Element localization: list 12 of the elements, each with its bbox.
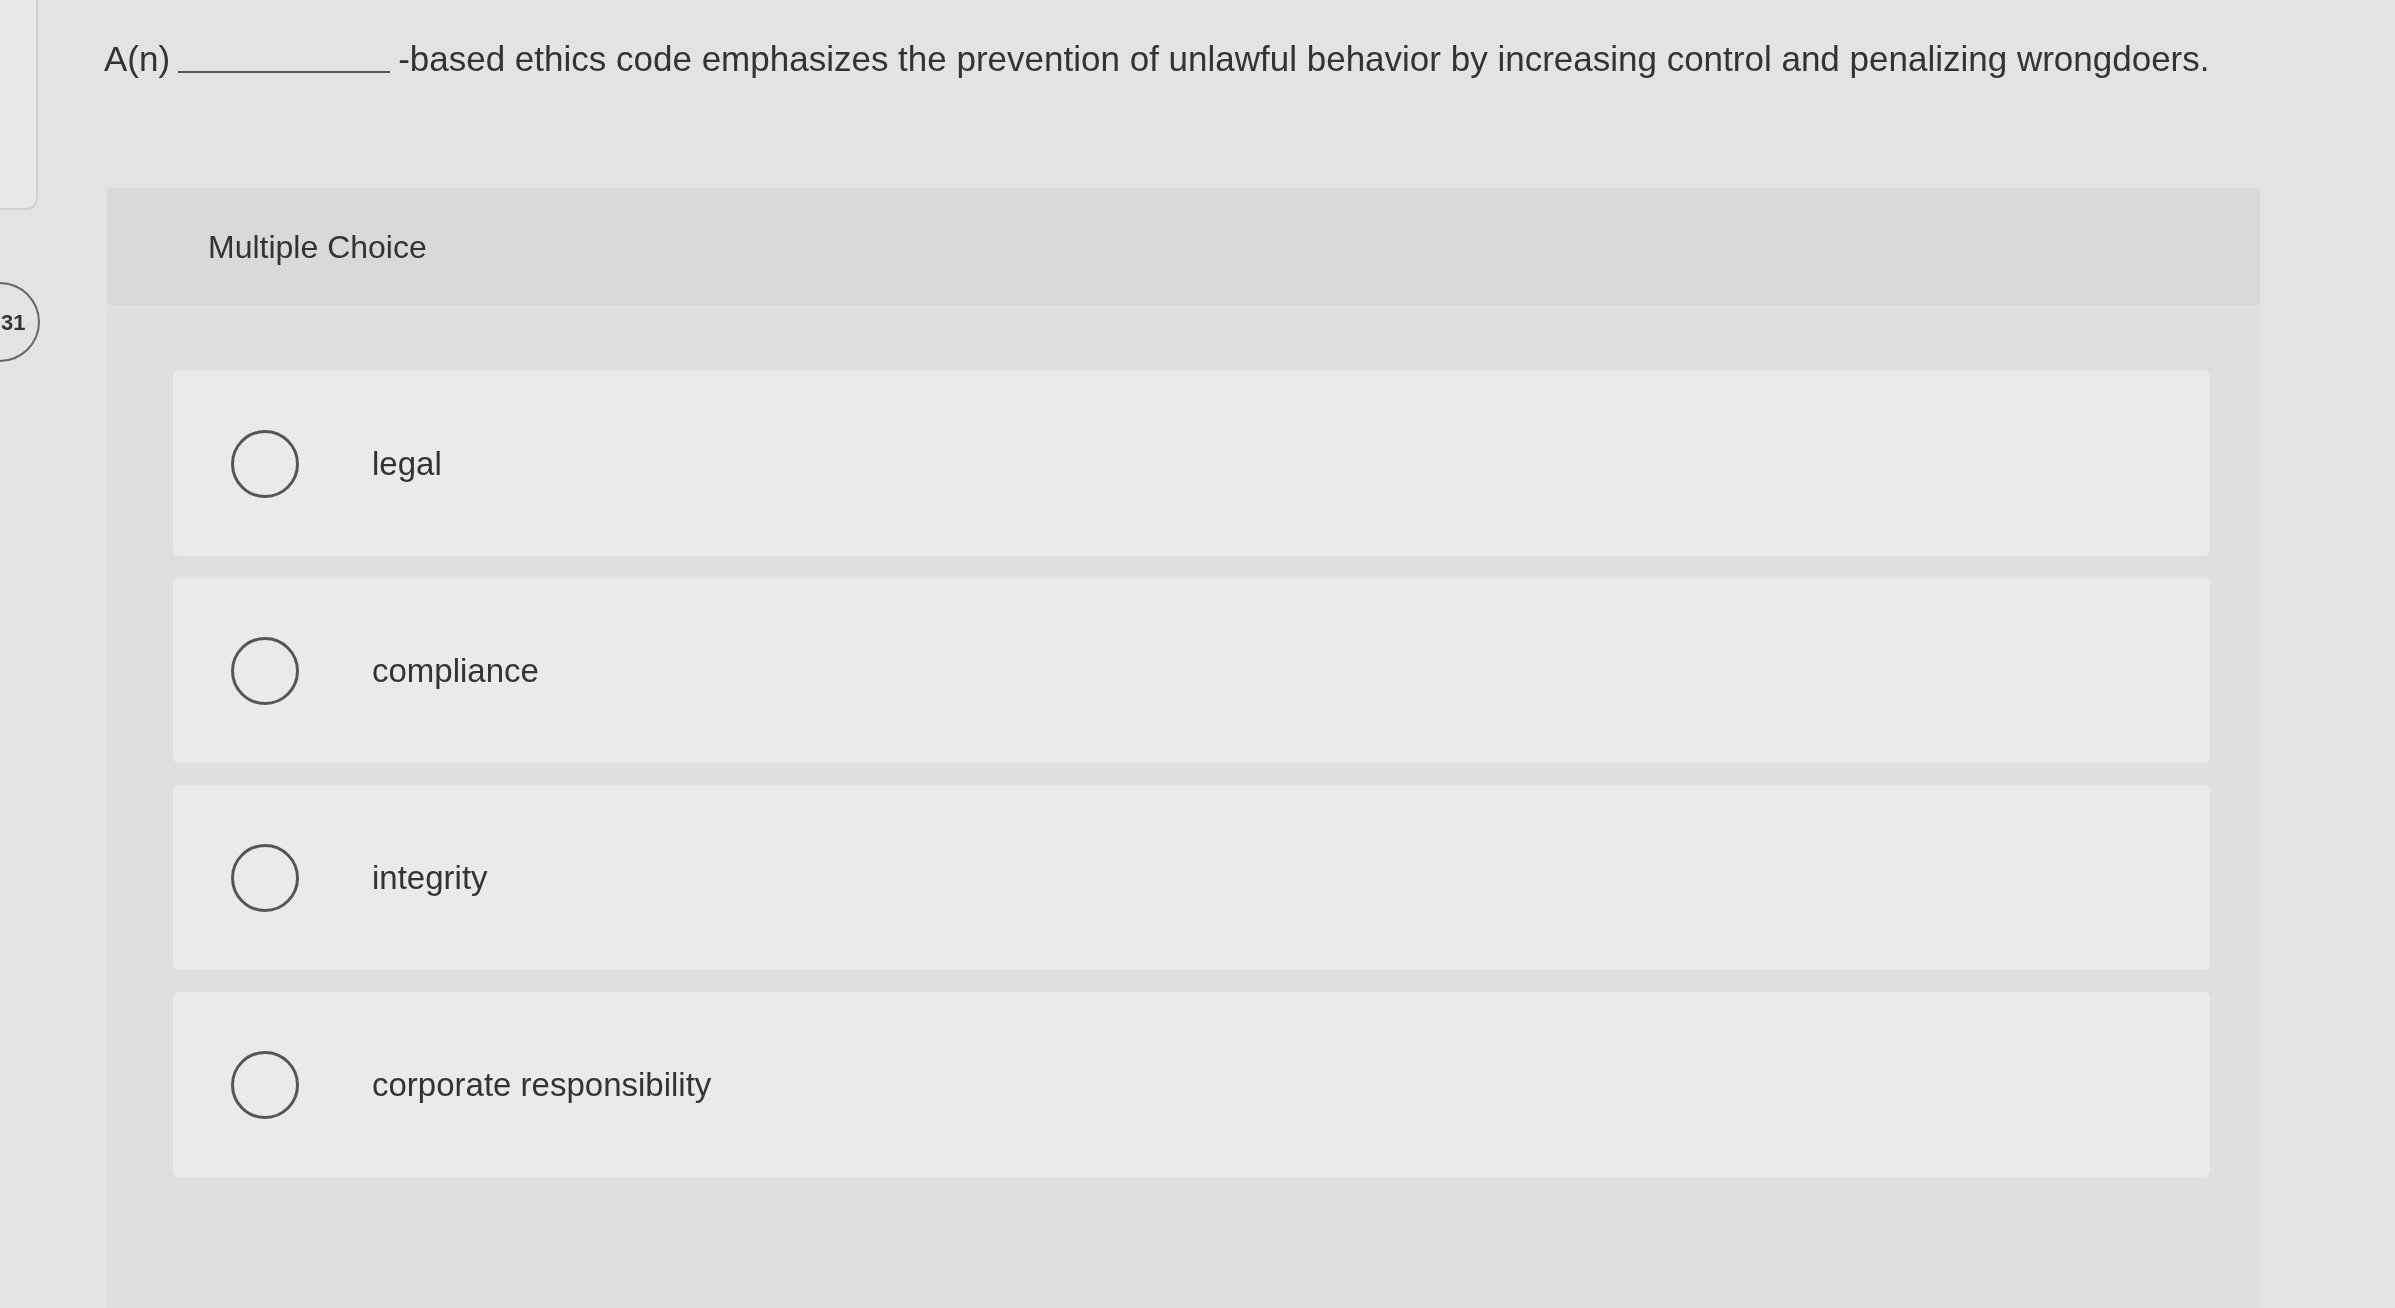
radio-button[interactable] [231, 429, 299, 498]
radio-button[interactable] [231, 843, 299, 912]
option-label: compliance [372, 650, 539, 691]
radio-button[interactable] [231, 636, 299, 705]
question-number-badge[interactable]: 31 [0, 282, 40, 362]
question-text: A(n) [104, 38, 171, 80]
panel-heading: Multiple Choice [208, 227, 427, 267]
option-label: corporate responsibility [372, 1064, 712, 1105]
option-label: integrity [372, 857, 488, 898]
question-text: -based ethics code emphasizes the prevention of unlawful behavior by increasing control and penalizing wrongdoers. [398, 38, 2210, 80]
radio-button[interactable] [231, 1050, 299, 1119]
option-label: legal [372, 443, 442, 484]
